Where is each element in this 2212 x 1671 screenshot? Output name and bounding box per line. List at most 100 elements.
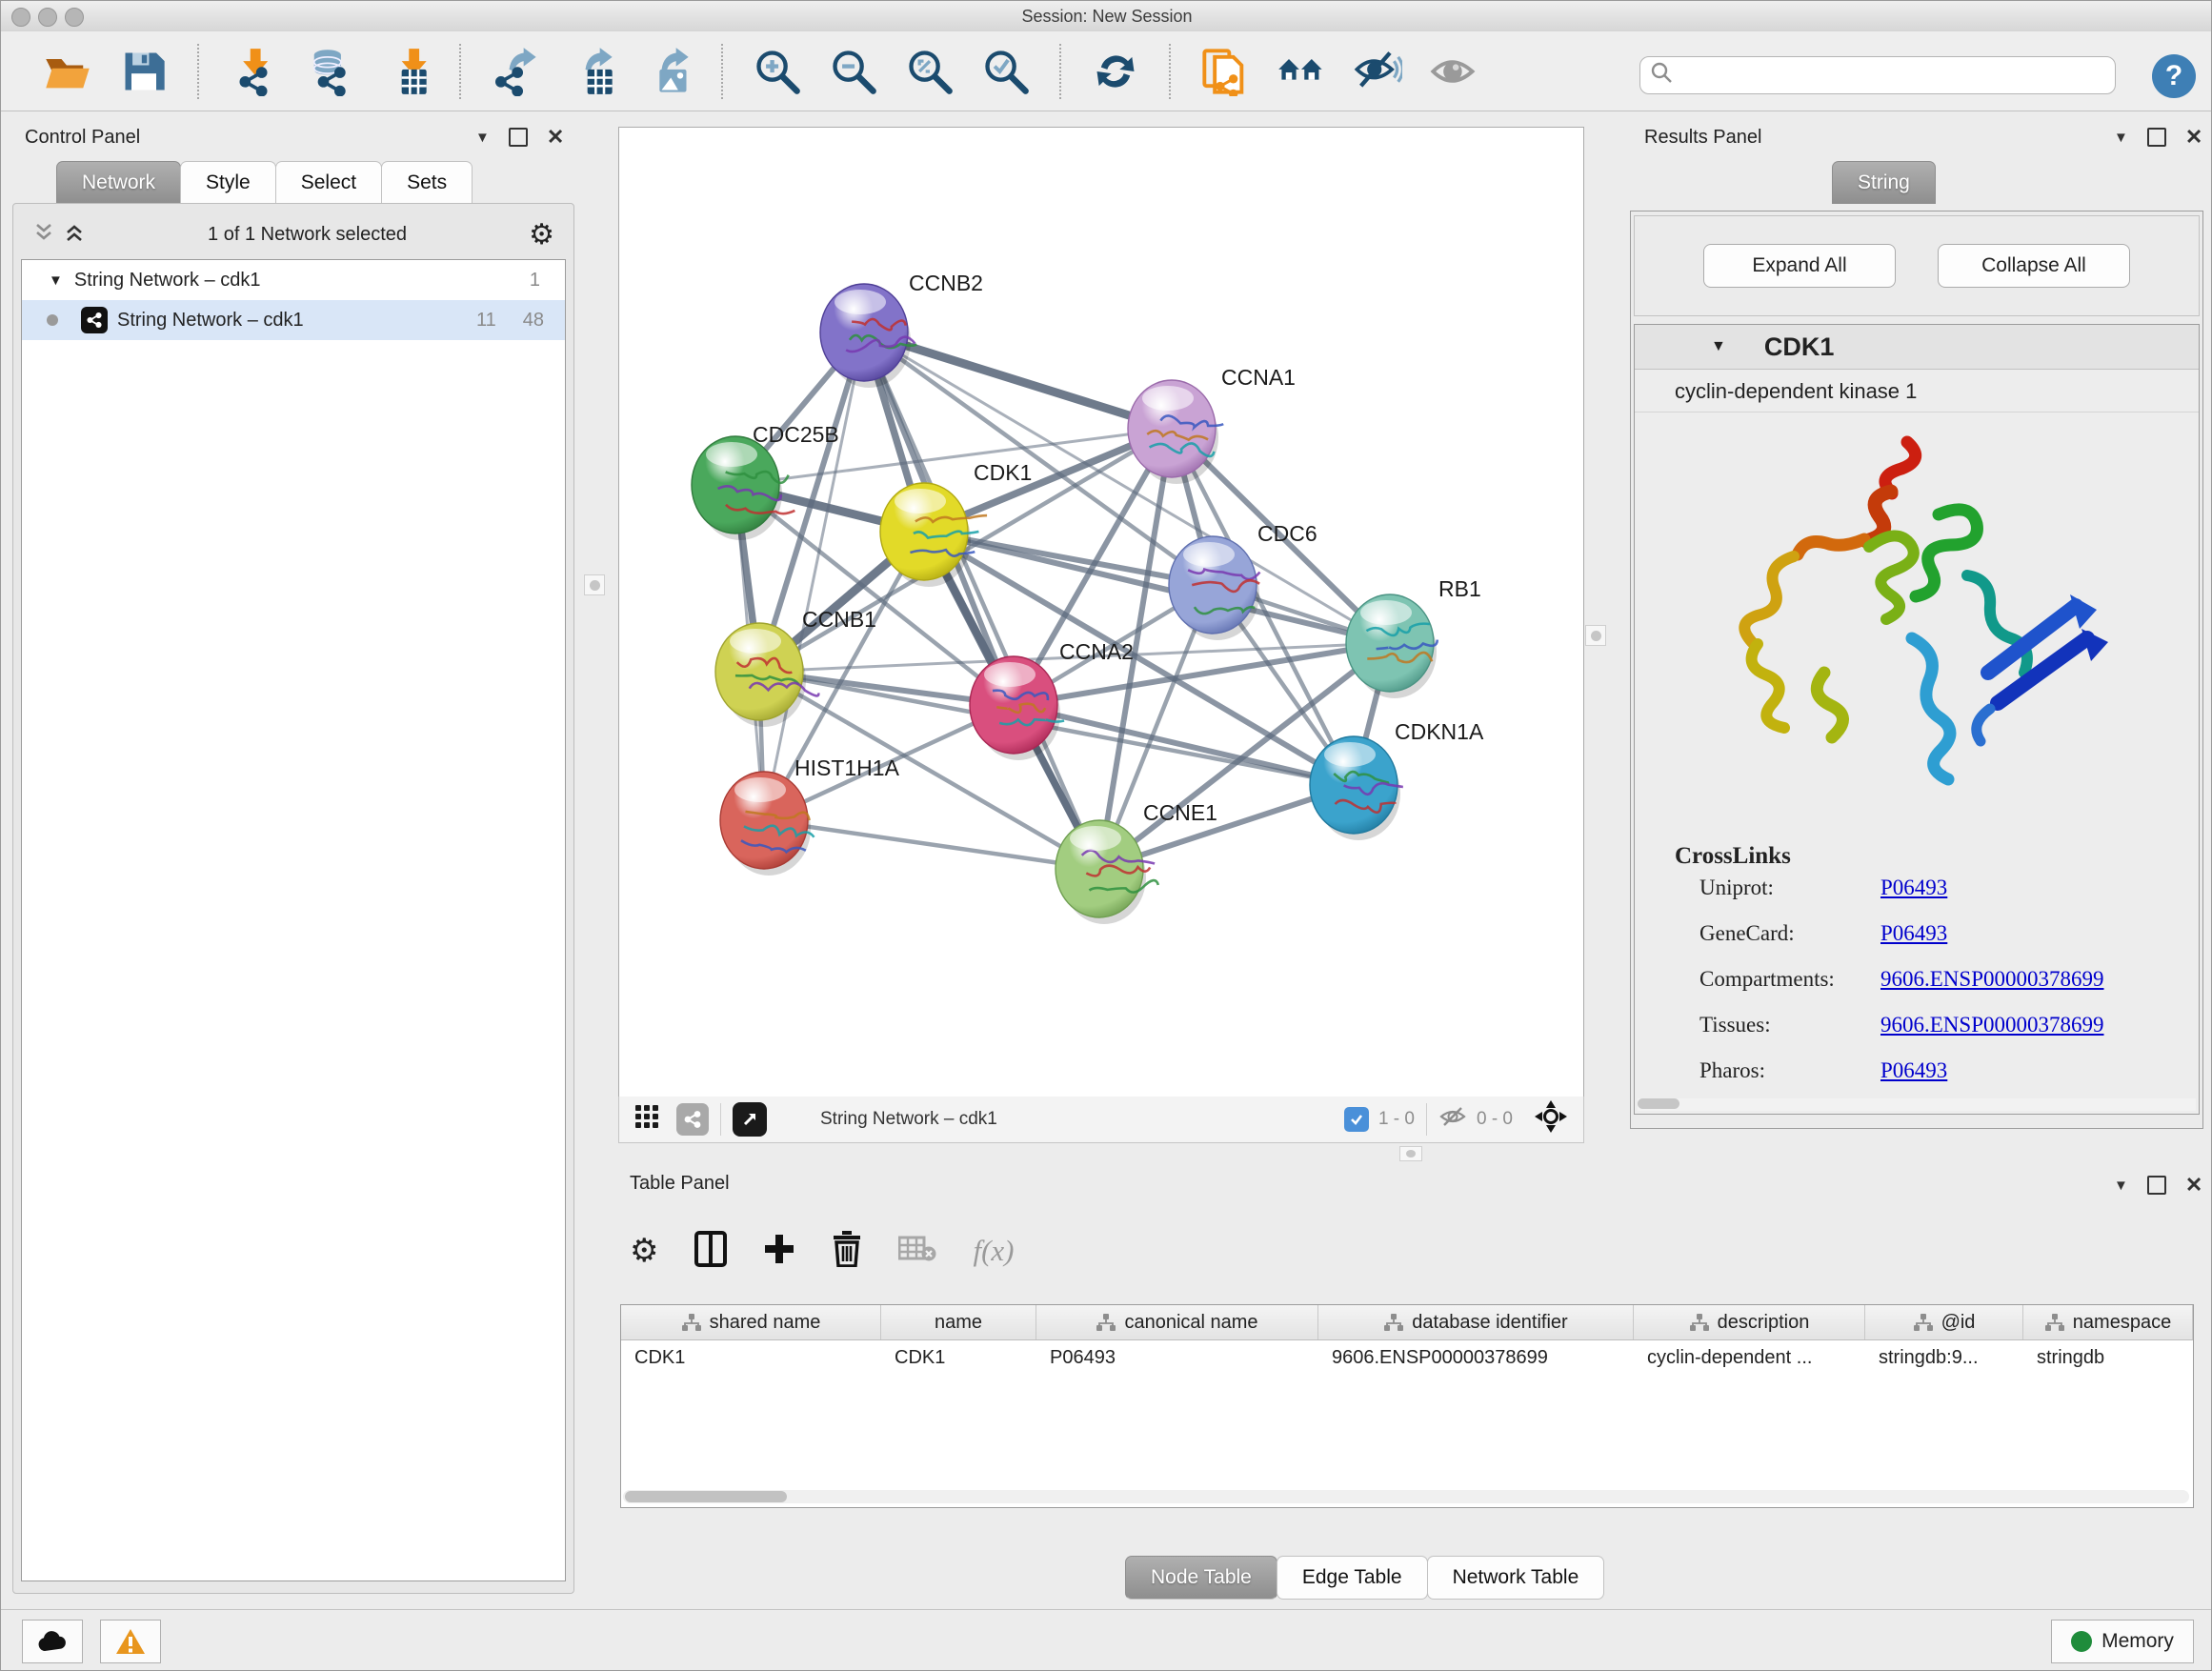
section-expander-icon[interactable]: ▼ [1711, 338, 1726, 355]
hidden-eye-icon[interactable] [1438, 1105, 1467, 1134]
window-close-button[interactable] [11, 8, 30, 27]
node-CCNE1[interactable]: CCNE1 [1056, 800, 1217, 924]
crosslink-link[interactable]: P06493 [1880, 1058, 1947, 1083]
panel-menu-icon[interactable]: ▼ [2114, 1178, 2128, 1194]
tab-network-table[interactable]: Network Table [1427, 1556, 1605, 1600]
save-icon[interactable] [119, 47, 169, 96]
hide-eye-icon[interactable] [1353, 47, 1402, 96]
zoom-fit-icon[interactable] [905, 47, 955, 96]
window-zoom-button[interactable] [65, 8, 84, 27]
node-RB1[interactable]: RB1 [1346, 576, 1481, 698]
table-settings-gear-icon[interactable]: ⚙ [630, 1232, 658, 1270]
left-splitter-handle[interactable] [584, 574, 605, 595]
add-column-icon[interactable] [763, 1233, 795, 1270]
zoom-selected-icon[interactable] [981, 47, 1031, 96]
crosslink-link[interactable]: 9606.ENSP00000378699 [1880, 1013, 2104, 1037]
window-minimize-button[interactable] [38, 8, 57, 27]
node-HIST1H1A[interactable]: HIST1H1A [720, 755, 900, 876]
edge-HIST1H1A-CCNE1[interactable] [764, 820, 1099, 869]
panel-menu-icon[interactable]: ▼ [2114, 130, 2128, 146]
export-table-icon[interactable] [567, 47, 616, 96]
panel-float-icon[interactable] [2147, 128, 2166, 147]
network-graph[interactable]: CCNB2CCNA1CDC25BCDK1CDC6RB1CCNB1CCNA2CDK… [619, 128, 1583, 1097]
selected-checkbox-icon[interactable] [1344, 1107, 1369, 1132]
cell-namespace[interactable]: stringdb [2023, 1340, 2193, 1375]
open-in-browser-icon[interactable] [733, 1102, 767, 1137]
cell-description[interactable]: cyclin-dependent ... [1634, 1340, 1865, 1375]
gene-section-header[interactable]: ▼ CDK1 [1635, 325, 2199, 370]
edge-CCNA2-CDKN1A[interactable] [1014, 705, 1354, 785]
crosslink-link[interactable]: P06493 [1880, 921, 1947, 946]
panel-close-icon[interactable]: ✕ [2185, 125, 2202, 150]
cell-name[interactable]: CDK1 [881, 1340, 1036, 1375]
export-image-icon[interactable] [643, 47, 693, 96]
refresh-icon[interactable] [1091, 47, 1140, 96]
tab-style[interactable]: Style [180, 161, 276, 204]
node-CDKN1A[interactable]: CDKN1A [1310, 719, 1484, 840]
export-network-icon[interactable] [491, 47, 540, 96]
detail-hscrollbar[interactable] [1638, 1098, 2196, 1111]
zoom-in-icon[interactable] [753, 47, 802, 96]
column-header-description[interactable]: description [1634, 1305, 1865, 1339]
expand-all-icon[interactable] [63, 221, 86, 249]
collapse-all-button[interactable]: Collapse All [1938, 244, 2130, 288]
cell-shared-name[interactable]: CDK1 [621, 1340, 881, 1375]
crosslink-link[interactable]: 9606.ENSP00000378699 [1880, 967, 2104, 992]
tab-string[interactable]: String [1832, 161, 1936, 204]
column-header-shared-name[interactable]: shared name [621, 1305, 881, 1339]
search-input[interactable] [1675, 64, 2098, 87]
show-columns-icon[interactable] [694, 1231, 727, 1272]
tree-expander-icon[interactable]: ▼ [49, 272, 63, 289]
zoom-out-icon[interactable] [829, 47, 878, 96]
table-hscrollbar[interactable] [623, 1490, 2189, 1503]
column-header-@id[interactable]: @id [1865, 1305, 2023, 1339]
cell-canonical-name[interactable]: P06493 [1036, 1340, 1318, 1375]
panel-menu-icon[interactable]: ▼ [475, 130, 490, 146]
horizontal-splitter-handle[interactable] [1399, 1146, 1422, 1161]
grid-view-icon[interactable] [634, 1104, 659, 1135]
table-row[interactable]: CDK1CDK1P064939606.ENSP00000378699cyclin… [621, 1340, 2193, 1375]
warnings-button[interactable] [100, 1620, 161, 1663]
import-table-icon[interactable] [381, 47, 431, 96]
delete-column-trash-icon[interactable] [832, 1231, 862, 1272]
help-button[interactable]: ? [2152, 54, 2196, 98]
node-table[interactable]: shared namenamecanonical namedatabase id… [620, 1304, 2194, 1508]
column-header-canonical-name[interactable]: canonical name [1036, 1305, 1318, 1339]
show-eye-icon[interactable] [1429, 47, 1478, 96]
right-splitter-handle[interactable] [1585, 625, 1606, 646]
tab-network[interactable]: Network [56, 161, 181, 204]
tab-edge-table[interactable]: Edge Table [1277, 1556, 1428, 1600]
gear-icon[interactable]: ⚙ [529, 218, 554, 252]
column-header-name[interactable]: name [881, 1305, 1036, 1339]
column-header-namespace[interactable]: namespace [2023, 1305, 2193, 1339]
cell-database-identifier[interactable]: 9606.ENSP00000378699 [1318, 1340, 1634, 1375]
cell-@id[interactable]: stringdb:9... [1865, 1340, 2023, 1375]
open-folder-icon[interactable] [43, 47, 92, 96]
panel-close-icon[interactable]: ✕ [2185, 1173, 2202, 1198]
column-header-database-identifier[interactable]: database identifier [1318, 1305, 1634, 1339]
network-row-selected[interactable]: String Network – cdk1 11 48 [22, 300, 565, 340]
tab-select[interactable]: Select [275, 161, 382, 204]
function-builder-icon[interactable]: f(x) [973, 1234, 1014, 1268]
tab-node-table[interactable]: Node Table [1125, 1556, 1277, 1600]
memory-button[interactable]: Memory [2051, 1620, 2194, 1663]
crosslink-link[interactable]: P06493 [1880, 876, 1947, 900]
tab-sets[interactable]: Sets [381, 161, 473, 204]
clone-network-icon[interactable] [1200, 47, 1250, 96]
node-CCNB2[interactable]: CCNB2 [820, 271, 983, 388]
collapse-all-icon[interactable] [32, 221, 55, 249]
delete-table-icon[interactable] [898, 1235, 936, 1268]
search-box[interactable] [1639, 56, 2116, 94]
home-pair-icon[interactable] [1277, 47, 1326, 96]
network-collection-row[interactable]: ▼ String Network – cdk1 1 [22, 260, 565, 300]
expand-all-button[interactable]: Expand All [1703, 244, 1896, 288]
panel-float-icon[interactable] [509, 128, 528, 147]
panel-close-icon[interactable]: ✕ [547, 125, 564, 150]
cloud-status-button[interactable] [22, 1620, 83, 1663]
import-database-icon[interactable] [305, 47, 354, 96]
panel-float-icon[interactable] [2147, 1176, 2166, 1195]
string-style-icon[interactable] [676, 1103, 709, 1136]
network-canvas[interactable]: CCNB2CCNA1CDC25BCDK1CDC6RB1CCNB1CCNA2CDK… [618, 127, 1584, 1098]
edge-CCNB2-CCNE1[interactable] [864, 332, 1099, 869]
birdseye-toggle-icon[interactable] [1534, 1099, 1568, 1139]
